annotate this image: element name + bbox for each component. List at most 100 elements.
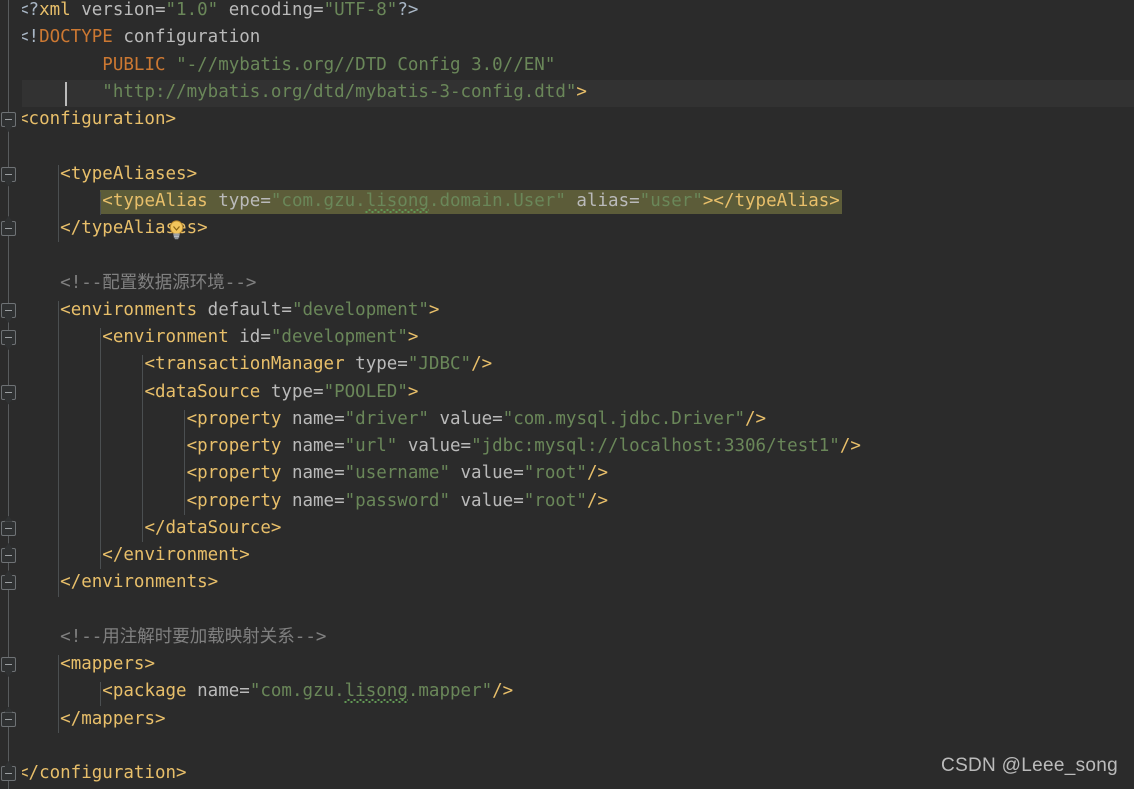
squiggle-underline — [344, 699, 408, 704]
code-line[interactable] — [0, 597, 1134, 624]
code-line[interactable] — [0, 133, 1134, 160]
code-token-attr: alias= — [565, 190, 640, 211]
code-token-attr: value= — [449, 490, 524, 511]
code-token-tag: </configuration> — [18, 763, 187, 783]
indent-guide — [142, 355, 144, 542]
code-line[interactable]: <transactionManager type="JDBC"/> — [0, 351, 1134, 378]
code-token-attr: name= — [281, 463, 345, 484]
code-line[interactable]: <property name="url" value="jdbc:mysql:/… — [0, 433, 1134, 460]
code-token-attr: name= — [281, 490, 345, 511]
code-line[interactable]: "http://mybatis.org/dtd/mybatis-3-config… — [0, 79, 1134, 106]
fold-marker-typeAliases-open[interactable] — [1, 166, 16, 182]
code-line[interactable]: <environment id="development"> — [0, 324, 1134, 351]
code-token-attr: type= — [260, 381, 324, 402]
code-token-attr: version= — [70, 0, 166, 20]
lightbulb-icon[interactable] — [168, 220, 185, 240]
code-line[interactable]: <environments default="development"> — [0, 297, 1134, 324]
code-token-tag: /> — [471, 354, 493, 375]
code-token-str: "UTF-8" — [323, 0, 398, 20]
fold-marker-typeAliases-close[interactable] — [1, 221, 16, 236]
code-token-tag: <typeAliases> — [60, 163, 198, 184]
code-token-str: "com.gzu.lisong.mapper" — [249, 681, 493, 702]
code-line[interactable]: </environments> — [0, 569, 1134, 596]
code-content[interactable]: <?xml version="1.0" encoding="UTF-8"?> <!… — [0, 0, 1134, 789]
code-line[interactable]: <typeAliases> — [0, 161, 1134, 188]
code-token-str: "development" — [291, 299, 429, 320]
code-line[interactable]: <!--用注解时要加载映射关系--> — [0, 624, 1134, 651]
code-token-tag: <property — [186, 436, 282, 456]
csdn-watermark: CSDN @Leee_song — [941, 755, 1118, 776]
code-token-str: "http://mybatis.org/dtd/mybatis-3-config… — [102, 81, 577, 102]
code-token-str: "url" — [344, 436, 398, 456]
code-token-attr: configuration — [112, 27, 261, 48]
fold-marker-mappers-close[interactable] — [1, 711, 16, 727]
code-line[interactable]: </dataSource> — [0, 515, 1134, 542]
code-line[interactable]: </environment> — [0, 542, 1134, 569]
code-token-attr: type= — [344, 354, 408, 375]
code-token-tag: <configuration> — [18, 109, 177, 129]
code-token-str: "development" — [270, 327, 408, 347]
text-caret — [65, 81, 68, 106]
fold-marker-environment-open[interactable] — [1, 330, 16, 345]
code-token-punct: ?> — [397, 0, 419, 20]
code-token-str: "root" — [523, 463, 587, 484]
code-token-str: "com.mysql.jdbc.Driver" — [502, 408, 746, 429]
fold-marker-dataSource-open[interactable] — [1, 384, 16, 400]
code-token-tag: <package — [102, 681, 187, 702]
code-token-tag: <typeAlias — [102, 190, 208, 211]
indent-guide — [100, 191, 102, 215]
code-token-attr: value= — [397, 436, 472, 456]
code-token-tag: </environments> — [60, 572, 219, 593]
code-token-str: "jdbc:mysql://localhost:3306/test1" — [471, 436, 840, 456]
fold-marker-dataSource-close[interactable] — [1, 520, 16, 536]
code-line[interactable]: <property name="driver" value="com.mysql… — [0, 406, 1134, 433]
code-line[interactable]: <!--配置数据源环境--> — [0, 270, 1134, 297]
code-token-tag: > — [428, 299, 440, 320]
code-token-kw: DOCTYPE — [39, 27, 113, 48]
fold-marker-environments-open[interactable] — [1, 302, 16, 318]
code-token-tag: /> — [586, 490, 609, 511]
fold-marker-configuration-close[interactable] — [1, 766, 16, 781]
code-line[interactable]: <?xml version="1.0" encoding="UTF-8"?> — [0, 0, 1134, 24]
indent-guide — [100, 328, 102, 570]
code-line[interactable]: <property name="username" value="root"/> — [0, 460, 1134, 487]
code-token-attr: name= — [281, 436, 345, 456]
code-line[interactable]: <package name="com.gzu.lisong.mapper"/> — [0, 678, 1134, 705]
code-line[interactable]: <!DOCTYPE configuration — [0, 24, 1134, 51]
code-line[interactable]: <property name="password" value="root"/> — [0, 488, 1134, 515]
fold-marker-environments-close[interactable] — [1, 575, 16, 591]
code-line[interactable]: </mappers> — [0, 706, 1134, 733]
code-token-tag: </mappers> — [60, 708, 166, 729]
code-line[interactable]: PUBLIC "-//mybatis.org//DTD Config 3.0//… — [0, 52, 1134, 79]
code-token-tag: > — [407, 381, 419, 402]
code-line[interactable]: <mappers> — [0, 651, 1134, 678]
code-token-attr: value= — [449, 463, 524, 484]
code-editor[interactable]: <?xml version="1.0" encoding="UTF-8"?> <!… — [0, 0, 1134, 789]
code-line[interactable] — [0, 242, 1134, 269]
fold-marker-environment-close[interactable] — [1, 548, 16, 563]
code-token-str: "1.0" — [165, 0, 219, 20]
editor-gutter[interactable] — [0, 0, 22, 789]
fold-marker-configuration-open[interactable] — [1, 112, 16, 127]
code-line[interactable]: <configuration> — [0, 106, 1134, 133]
indent-guide — [58, 164, 60, 243]
fold-marker-mappers-open[interactable] — [1, 657, 16, 672]
code-token-tag: <dataSource — [144, 381, 261, 402]
code-line[interactable]: <typeAlias type="com.gzu.lisong.domain.U… — [0, 188, 1134, 215]
code-line[interactable]: <dataSource type="POOLED"> — [0, 379, 1134, 406]
code-token-str: "com.gzu.lisong.domain.User" — [270, 190, 566, 211]
